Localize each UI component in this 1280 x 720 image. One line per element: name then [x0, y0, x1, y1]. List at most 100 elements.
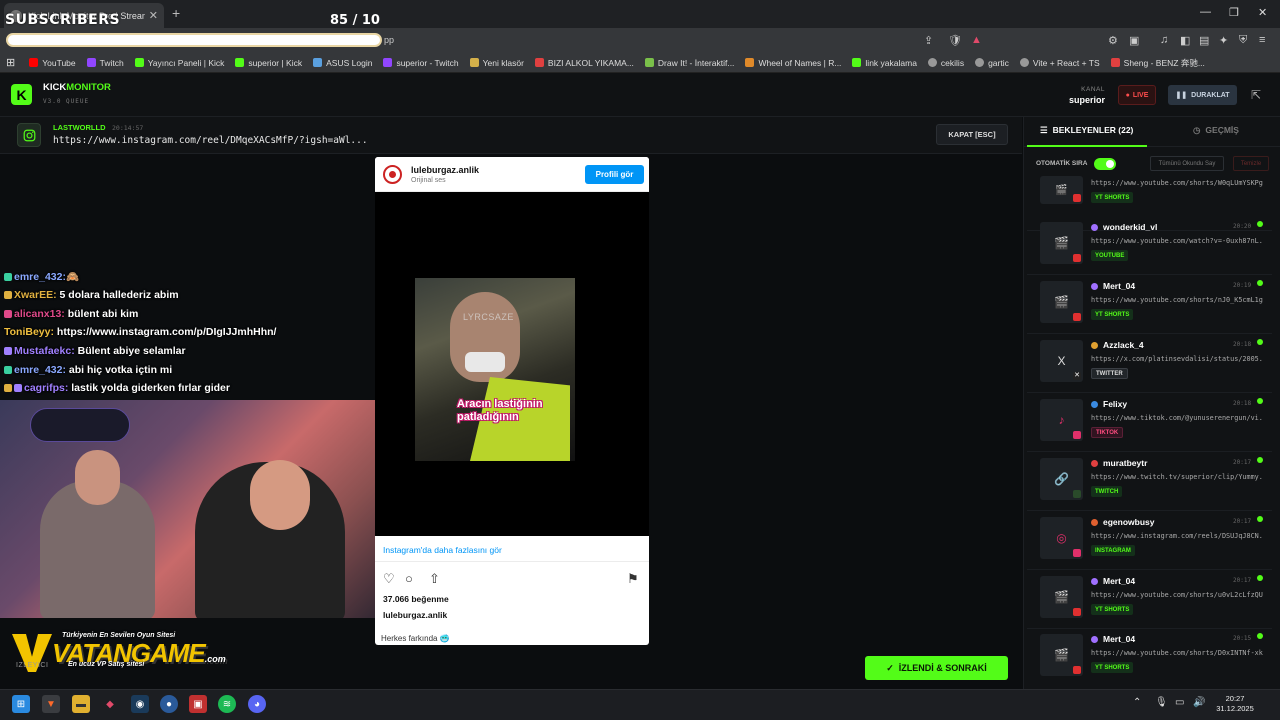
globe-icon — [927, 58, 937, 67]
close-button[interactable]: KAPAT [ESC] — [936, 124, 1008, 145]
tab-waiting[interactable]: ☰ BEKLEYENLER (22) — [1040, 125, 1133, 136]
brave-icon[interactable]: ▼ — [42, 695, 60, 713]
brave-shield-icon[interactable]: 🛡 — [948, 34, 962, 47]
link-small-icon — [1073, 490, 1081, 498]
queue-url: https://www.instagram.com/reels/DSUJqJ8C… — [1091, 532, 1263, 540]
bookmark-link-yakalama[interactable]: link yakalama — [852, 58, 917, 68]
extensions-icon[interactable]: ⚙ — [1108, 34, 1118, 47]
pause-icon: ❚❚ — [1175, 92, 1188, 99]
live-button[interactable]: ● LIVE — [1118, 85, 1156, 105]
pause-button[interactable]: ❚❚ DURAKLAT — [1168, 85, 1237, 105]
music-icon[interactable]: ♫ — [1160, 34, 1168, 46]
bookmark-vite[interactable]: Vite + React + TS — [1019, 58, 1100, 68]
comment-icon[interactable]: ○ — [405, 571, 413, 586]
close-window-icon[interactable]: ✕ — [1258, 6, 1267, 19]
like-icon[interactable]: ♡ — [383, 571, 395, 587]
maximize-icon[interactable]: ❐ — [1229, 6, 1239, 19]
vpn-icon[interactable]: ⛨ — [1239, 34, 1247, 47]
queue-item[interactable]: 🎬 Mert_04 20:17 https://www.youtube.com/… — [1027, 574, 1272, 629]
queue-tag: INSTAGRAM — [1091, 545, 1135, 556]
bookmark-icon[interactable]: ⚑ — [627, 571, 639, 587]
queue-item[interactable]: ◎ egenowbusy 20:17 https://www.instagram… — [1027, 515, 1272, 570]
crown-badge-icon — [4, 384, 12, 393]
clear-button[interactable]: Temizle — [1233, 156, 1269, 171]
bookmark-wheel[interactable]: Wheel of Names | R... — [745, 58, 841, 68]
bookmark-alkol[interactable]: BIZI ALKOL YIKAMA... — [534, 58, 634, 68]
minimize-icon[interactable]: — — [1200, 6, 1211, 18]
reel-video[interactable]: LYRCSAZE Aracın lastiğinin patladığının — [375, 192, 649, 536]
screenshot-icon[interactable]: ▣ — [1129, 34, 1139, 47]
bookmark-sheng[interactable]: Sheng - BENZ 奔驰... — [1110, 57, 1205, 69]
file-explorer-icon[interactable]: ▬ — [72, 695, 90, 713]
person-right-head — [250, 460, 310, 530]
tray-expand-icon[interactable]: ⌃ — [1133, 697, 1141, 708]
embed-username-footer[interactable]: luleburgaz.anlik — [383, 610, 447, 620]
queue-item[interactable]: ♪ Felixy 20:18 https://www.tiktok.com/@y… — [1027, 397, 1272, 452]
volume-icon[interactable]: 🔊 — [1193, 697, 1205, 708]
sub-badge-icon — [4, 347, 12, 356]
tab-close-icon[interactable]: ✕ — [149, 9, 158, 22]
queue-user: Felixy — [1103, 399, 1128, 409]
share-icon[interactable]: ⇧ — [429, 571, 440, 587]
queue-time: 20:18 — [1233, 341, 1252, 348]
see-more-link[interactable]: Instagram'da daha fazlasını gör — [375, 545, 649, 555]
app-icon[interactable]: ● — [160, 695, 178, 713]
bookmark-twitch[interactable]: Twitch — [86, 58, 124, 68]
bookmark-asus[interactable]: ASUS Login — [313, 58, 372, 68]
spotify-icon[interactable]: ≋ — [218, 695, 236, 713]
queue-tag: YOUTUBE — [1091, 250, 1129, 261]
mark-all-read-button[interactable]: Tümünü Okundu Say — [1150, 156, 1224, 171]
menu-icon[interactable]: ≡ — [1259, 34, 1265, 46]
bookmark-superior-kick[interactable]: superior | Kick — [235, 58, 302, 68]
wallet-icon[interactable]: ▤ — [1199, 34, 1209, 47]
app-icon[interactable]: ▣ — [189, 695, 207, 713]
steam-icon[interactable]: ◉ — [131, 695, 149, 713]
apps-icon[interactable]: ⊞ — [6, 56, 15, 69]
sidebar-icon[interactable]: ◧ — [1180, 34, 1190, 47]
app-brand: KICKMONITOR — [43, 82, 111, 93]
taskbar-clock[interactable]: 20:27 31.12.2025 — [1212, 694, 1258, 714]
auto-queue-toggle[interactable] — [1094, 158, 1116, 170]
bookmark-superior-twitch[interactable]: superior - Twitch — [383, 58, 459, 68]
new-dot-icon — [1257, 516, 1263, 522]
bookmark-drawit[interactable]: Draw It! - İnteraktif... — [644, 58, 734, 68]
bookmark-youtube[interactable]: YouTube — [29, 58, 76, 68]
queue-thumbnail: 🔗 — [1040, 458, 1083, 500]
network-icon[interactable]: ▭ — [1175, 697, 1184, 708]
leo-ai-icon[interactable]: ✦ — [1219, 34, 1228, 47]
rewards-icon[interactable]: ▲ — [971, 34, 982, 46]
queue-time: 20:19 — [1233, 282, 1252, 289]
live-dot-icon: ● — [1125, 91, 1130, 99]
app-icon[interactable]: ◆ — [101, 695, 119, 713]
bookmark-cekilis[interactable]: cekilis — [927, 58, 964, 68]
avatar[interactable] — [383, 165, 402, 184]
x-logo-icon: X — [1057, 354, 1066, 368]
discord-icon[interactable]: ◕ — [248, 695, 266, 713]
queue-url: https://www.youtube.com/shorts/u0vL2cLfz… — [1091, 591, 1263, 599]
instagram-source-button[interactable] — [17, 123, 41, 147]
chat-line: emre_432:🙈 — [4, 270, 79, 283]
view-profile-button[interactable]: Profili gör — [585, 165, 644, 184]
microphone-icon[interactable]: 🎙 — [1155, 697, 1168, 708]
queue-item[interactable]: X ✕ Azzlack_4 20:18 https://x.com/platins… — [1027, 338, 1272, 393]
chat-line: cagrifps: lastik yolda giderken fırlar g… — [4, 382, 230, 394]
bookmark-kick-panel[interactable]: Yayıncı Paneli | Kick — [134, 58, 224, 68]
kick-user-icon — [1091, 578, 1098, 585]
external-link-icon[interactable]: ⇱ — [1251, 88, 1261, 102]
bookmark-gartic[interactable]: gartic — [975, 58, 1009, 68]
new-tab-button[interactable]: + — [172, 5, 180, 21]
windows-start-icon[interactable]: ⊞ — [12, 695, 30, 713]
queue-item[interactable]: 🎬 Mert_04 20:15 https://www.youtube.com/… — [1027, 632, 1272, 687]
queue-item[interactable]: 🔗 muratbeytr 20:17 https://www.twitch.tv… — [1027, 456, 1272, 511]
queue-item[interactable]: 🎬 wonderkid_vl 20:20 https://www.youtube… — [1027, 220, 1272, 275]
bookmark-folder[interactable]: Yeni klasör — [469, 58, 524, 68]
tab-history[interactable]: ◷ GEÇMİŞ — [1193, 125, 1239, 136]
address-bar[interactable] — [6, 33, 382, 47]
current-url[interactable]: https://www.instagram.com/reel/DMqeXACsM… — [53, 135, 368, 146]
current-time: 20:14:57 — [112, 124, 144, 132]
embed-username[interactable]: luleburgaz.anlik — [411, 165, 479, 175]
share-icon[interactable]: ⇪ — [924, 34, 933, 47]
chat-line: XwarEE: 5 dolara hallederiz abim — [4, 289, 179, 301]
watched-next-button[interactable]: ✓ İZLENDİ & SONRAKİ — [865, 656, 1008, 680]
queue-item[interactable]: 🎬 Mert_04 20:19 https://www.youtube.com/… — [1027, 279, 1272, 334]
